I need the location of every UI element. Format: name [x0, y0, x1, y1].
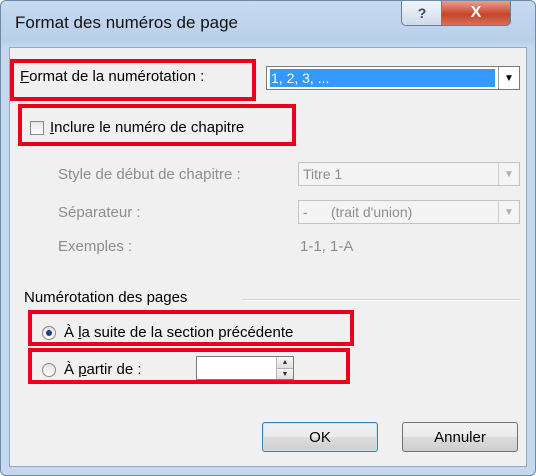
- chevron-down-icon[interactable]: ▼: [498, 201, 519, 223]
- start-at-option-row[interactable]: À partir de :: [42, 361, 142, 378]
- close-icon: X: [470, 4, 482, 21]
- dialog-window: Format des numéros de page ? X Format de…: [0, 0, 536, 476]
- start-at-spinner[interactable]: ▲ ▼: [196, 356, 294, 380]
- chevron-down-icon[interactable]: ▼: [498, 67, 519, 89]
- examples-label: Exemples :: [58, 238, 133, 255]
- separator-value: - (trait d'union): [303, 204, 413, 220]
- chapter-style-row: Style de début de chapitre :: [58, 166, 241, 183]
- help-button[interactable]: ?: [401, 1, 443, 26]
- cancel-button[interactable]: Annuler: [402, 422, 518, 452]
- continue-label[interactable]: À la suite de la section précédente: [64, 324, 293, 341]
- group-divider: [242, 299, 520, 301]
- ok-button[interactable]: OK: [262, 422, 378, 452]
- separator-label: Séparateur :: [58, 204, 141, 221]
- continue-radio[interactable]: [42, 325, 56, 340]
- page-numbering-group-label-row: Numérotation des pages: [24, 289, 187, 306]
- close-button[interactable]: X: [441, 1, 511, 26]
- radio-selected-dot: [46, 329, 52, 336]
- include-chapter-checkbox[interactable]: [30, 120, 44, 135]
- spinner-buttons: ▲ ▼: [276, 357, 293, 379]
- chevron-down-icon[interactable]: ▼: [498, 163, 519, 185]
- examples-row: Exemples :: [58, 238, 132, 255]
- title-bar[interactable]: Format des numéros de page ? X: [1, 1, 535, 47]
- separator-row: Séparateur :: [58, 204, 141, 221]
- spin-up-icon[interactable]: ▲: [277, 357, 293, 368]
- number-format-label: Format de la numérotation :: [20, 68, 205, 85]
- examples-value-row: 1-1, 1-A: [300, 238, 353, 255]
- start-at-label[interactable]: À partir de :: [64, 361, 142, 378]
- examples-value: 1-1, 1-A: [300, 238, 354, 255]
- include-chapter-row[interactable]: Inclure le numéro de chapitre: [30, 119, 244, 136]
- dialog-body: Format de la numérotation : 1, 2, 3, ...…: [9, 47, 527, 467]
- help-icon: ?: [417, 5, 427, 21]
- page-numbering-group-label: Numérotation des pages: [24, 289, 188, 306]
- number-format-select[interactable]: 1, 2, 3, ... ▼: [266, 66, 520, 90]
- chapter-style-value: Titre 1: [303, 166, 343, 182]
- number-format-row: Format de la numérotation :: [20, 68, 204, 85]
- chapter-style-select[interactable]: Titre 1 ▼: [298, 162, 520, 186]
- chapter-style-label: Style de début de chapitre :: [58, 166, 241, 183]
- number-format-value: 1, 2, 3, ...: [271, 70, 330, 86]
- spin-down-icon[interactable]: ▼: [277, 368, 293, 379]
- continue-option-row[interactable]: À la suite de la section précédente: [42, 324, 293, 341]
- separator-select[interactable]: - (trait d'union) ▼: [298, 200, 520, 224]
- dialog-title: Format des numéros de page: [15, 13, 239, 32]
- include-chapter-label[interactable]: Inclure le numéro de chapitre: [50, 119, 244, 136]
- start-at-radio[interactable]: [42, 362, 56, 377]
